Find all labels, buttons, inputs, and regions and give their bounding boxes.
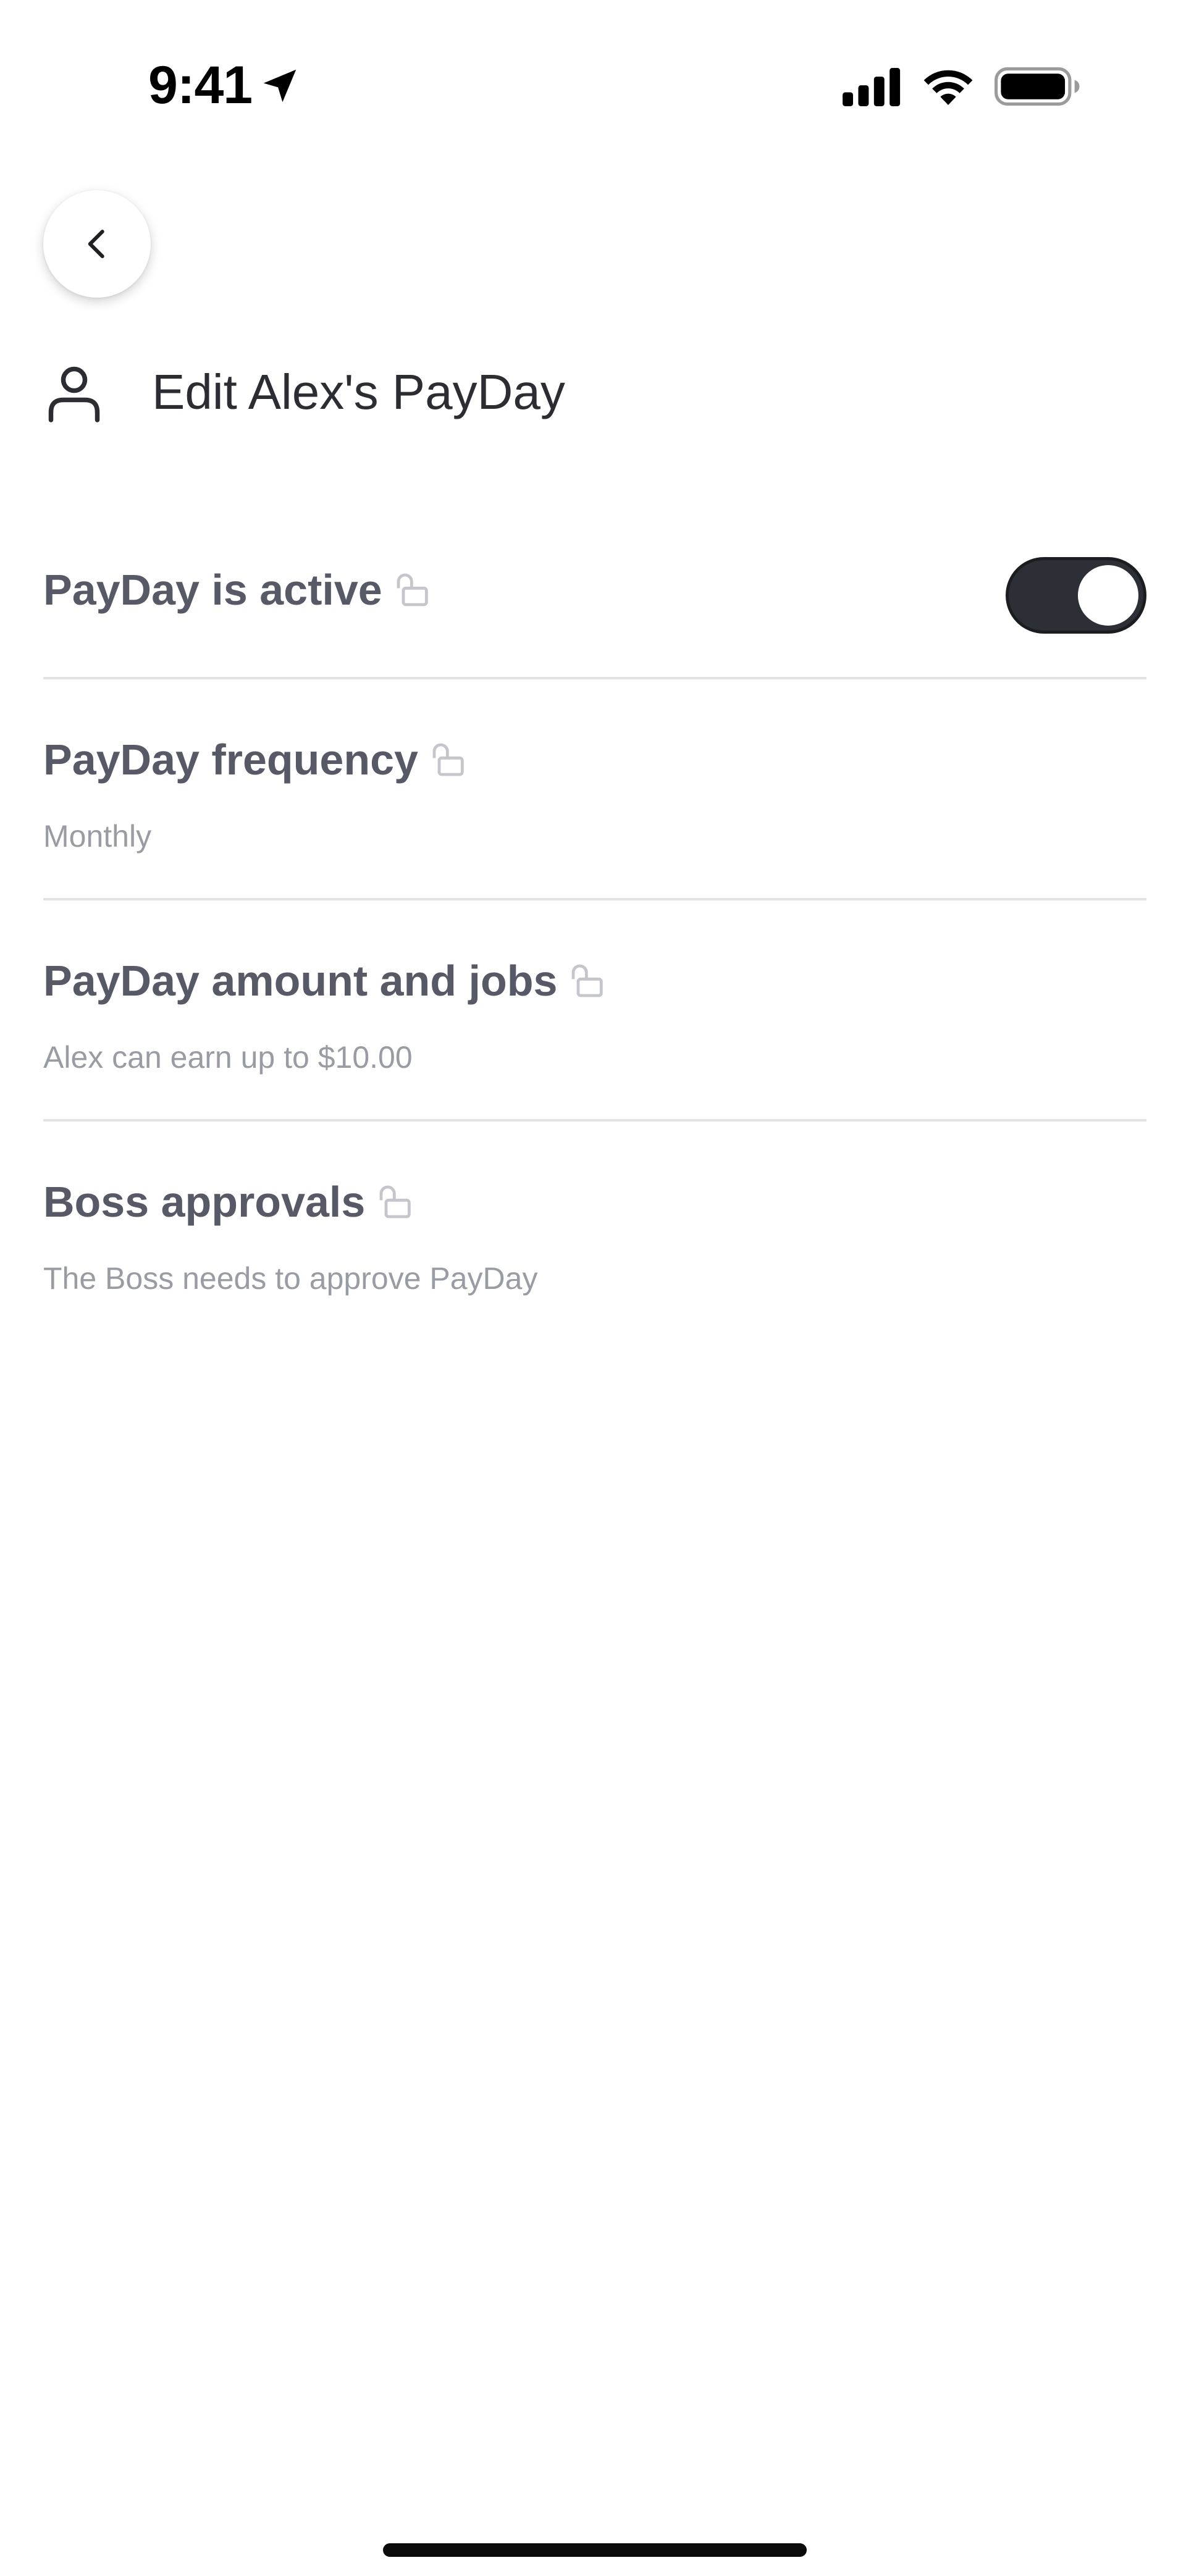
unlocked-padlock-icon [432, 743, 464, 776]
setting-title-active: PayDay is active [43, 566, 382, 614]
status-bar: 9:41 [0, 0, 1186, 142]
setting-value-frequency: Monthly [43, 819, 152, 854]
setting-title-amount: PayDay amount and jobs [43, 957, 558, 1005]
wifi-icon [923, 70, 973, 105]
setting-row-active: PayDay is active [43, 506, 1146, 679]
unlocked-padlock-icon [572, 964, 604, 997]
setting-row-frequency[interactable]: PayDay frequency Monthly [43, 679, 1146, 900]
location-arrow-icon [263, 69, 296, 103]
setting-title-line: PayDay is active [43, 556, 433, 624]
setting-title-line: PayDay frequency [43, 729, 469, 791]
setting-title-line: PayDay amount and jobs [43, 950, 608, 1012]
back-button[interactable] [43, 190, 151, 298]
setting-title-line: Boss approvals [43, 1171, 416, 1233]
unlocked-padlock-icon [379, 1185, 411, 1219]
setting-row-amount[interactable]: PayDay amount and jobs Alex can earn up … [43, 900, 1146, 1122]
setting-value-approvals: The Boss needs to approve PayDay [43, 1261, 538, 1296]
battery-icon [995, 67, 1080, 106]
home-indicator[interactable] [383, 2543, 807, 2557]
chevron-left-icon [88, 230, 104, 258]
person-icon [48, 366, 100, 422]
unlocked-padlock-icon [397, 573, 428, 606]
cellular-signal-icon [843, 68, 901, 106]
page-header: Edit Alex's PayDay [43, 358, 565, 426]
setting-value-amount: Alex can earn up to $10.00 [43, 1040, 413, 1075]
page-title: Edit Alex's PayDay [152, 364, 565, 419]
setting-title-frequency: PayDay frequency [43, 736, 418, 784]
toggle-knob [1078, 565, 1138, 626]
payday-active-toggle[interactable] [1006, 557, 1146, 634]
setting-row-approvals[interactable]: Boss approvals The Boss needs to approve… [43, 1122, 1146, 1343]
status-time: 9:41 [148, 56, 253, 115]
settings-list: PayDay is active PayDay frequency Monthl… [43, 506, 1146, 1343]
setting-title-approvals: Boss approvals [43, 1178, 366, 1226]
